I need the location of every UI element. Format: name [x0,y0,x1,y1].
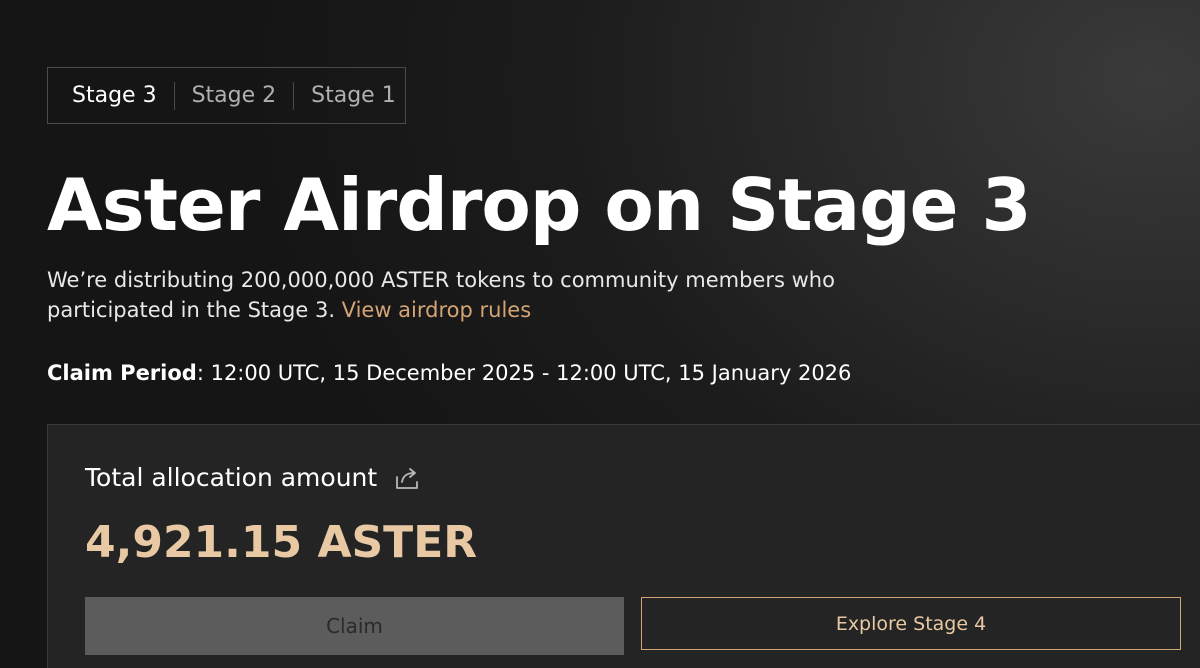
share-icon[interactable] [393,464,421,492]
explore-stage-4-button[interactable]: Explore Stage 4 [641,597,1181,650]
page-title: Aster Airdrop on Stage 3 [47,163,1032,247]
allocation-label: Total allocation amount [85,463,378,492]
tab-stage-2[interactable]: Stage 2 [192,83,277,108]
claim-period-value: : 12:00 UTC, 15 December 2025 - 12:00 UT… [196,361,852,385]
tab-stage-3[interactable]: Stage 3 [72,83,157,108]
view-airdrop-rules-link[interactable]: View airdrop rules [342,298,531,322]
claim-button[interactable]: Claim [85,597,624,655]
airdrop-description: We’re distributing 200,000,000 ASTER tok… [47,265,847,325]
allocation-header: Total allocation amount [85,463,421,492]
stage-tabs: Stage 3 Stage 2 Stage 1 [47,67,406,124]
claim-period: Claim Period: 12:00 UTC, 15 December 202… [47,361,851,385]
tab-divider [293,81,295,110]
tab-divider [173,81,175,110]
allocation-card: Total allocation amount 4,921.15 ASTER C… [47,424,1200,668]
claim-period-label: Claim Period [47,361,197,385]
tab-stage-1[interactable]: Stage 1 [311,83,396,108]
allocation-amount: 4,921.15 ASTER [85,517,478,568]
